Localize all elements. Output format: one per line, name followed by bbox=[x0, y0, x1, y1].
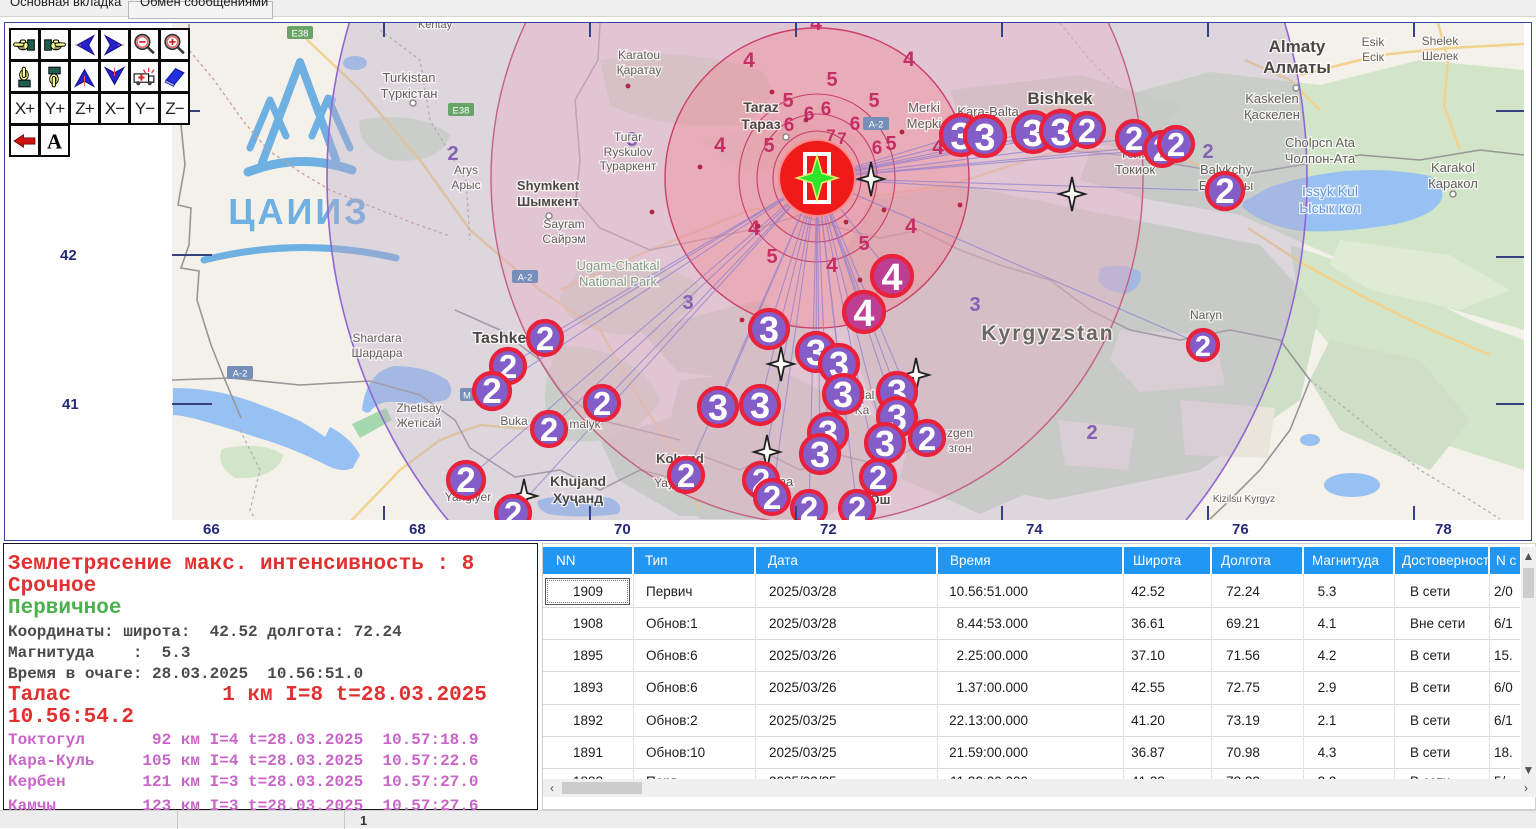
svg-text:A: A bbox=[47, 131, 62, 153]
